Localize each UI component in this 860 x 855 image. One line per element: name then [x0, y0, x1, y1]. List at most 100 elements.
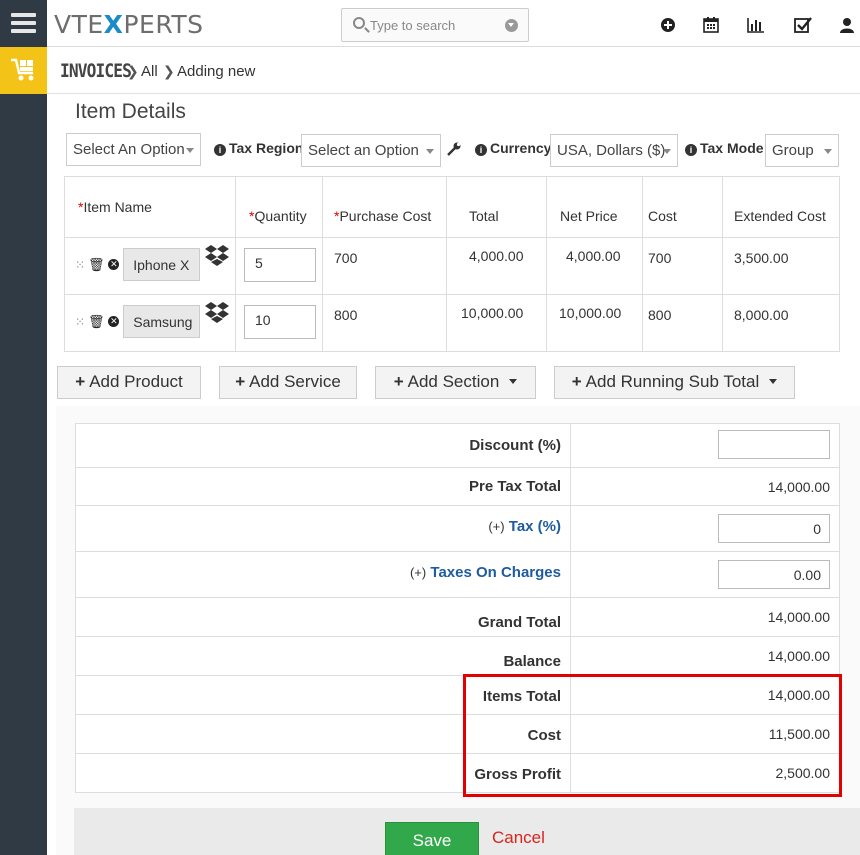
- save-button[interactable]: Save: [385, 822, 479, 855]
- extended-cost-cell: 8,000.00: [722, 294, 840, 352]
- trash-icon[interactable]: 🗑: [88, 314, 105, 330]
- chevron-down-icon: [769, 379, 778, 384]
- quantity-input[interactable]: 5: [244, 248, 316, 282]
- total-cell: 4,000.00: [446, 237, 547, 295]
- module-name[interactable]: INVOICES: [60, 60, 132, 82]
- table-row: ⁙ 🗑 ✕ Iphone X 5 700 4,000.00 4,000.00 7…: [64, 237, 840, 295]
- balance-value: 14,000.00: [570, 636, 840, 676]
- purchase-cost-cell: 800: [322, 294, 447, 352]
- col-purchase-cost: *Purchase Cost: [322, 176, 447, 238]
- breadcrumb-current: Adding new: [177, 63, 256, 80]
- discount-label: Discount (%): [75, 423, 571, 468]
- user-icon[interactable]: [837, 15, 857, 35]
- col-item-name: *Item Name: [64, 176, 236, 238]
- col-extended-cost: Extended Cost: [722, 176, 840, 238]
- calendar-icon[interactable]: [701, 15, 721, 35]
- top-bar: VTEXPERTS: [47, 0, 860, 47]
- tax-input[interactable]: 0: [718, 514, 830, 543]
- drag-handle-icon[interactable]: ⁙: [75, 258, 85, 272]
- tax-label-cell: (+) Tax (%): [75, 505, 571, 552]
- module-cart-icon[interactable]: [0, 47, 47, 94]
- add-product-button[interactable]: + Add Product: [57, 366, 201, 399]
- chevron-right-icon: ❯: [163, 63, 175, 79]
- plus-circle-icon[interactable]: [658, 15, 678, 35]
- charges-cell: 0.00: [570, 551, 840, 598]
- cost-cell: 800: [642, 294, 723, 352]
- tax-link[interactable]: Tax (%): [509, 518, 561, 535]
- tax-cell: 0: [570, 505, 840, 552]
- totals-row: Grand Total 14,000.00: [75, 597, 840, 637]
- add-section-button[interactable]: + Add Section: [375, 366, 536, 399]
- quantity-cell: 10: [235, 294, 323, 352]
- chevron-down-icon: [509, 379, 518, 384]
- chevron-right-icon: ❯: [127, 63, 139, 79]
- checkbox-icon[interactable]: [793, 15, 813, 35]
- trash-icon[interactable]: 🗑: [88, 257, 105, 273]
- product-name-field[interactable]: Samsung: [123, 305, 201, 338]
- tax-mode-select[interactable]: Group: [765, 134, 839, 167]
- remove-icon[interactable]: ✕: [108, 316, 120, 327]
- menu-icon[interactable]: [0, 0, 47, 47]
- brand-logo[interactable]: VTEXPERTS: [54, 10, 204, 39]
- item-cell: ⁙ 🗑 ✕ Samsung: [64, 294, 236, 352]
- add-running-sub-total-button[interactable]: + Add Running Sub Total: [554, 366, 795, 399]
- breadcrumb-all[interactable]: All: [141, 63, 158, 80]
- search-dropdown-icon[interactable]: [505, 19, 518, 32]
- line-items-table: *Item Name *Quantity *Purchase Cost Tota…: [64, 176, 840, 352]
- grand-total-label: Grand Total: [75, 597, 571, 637]
- grand-total-value: 14,000.00: [570, 597, 840, 637]
- search-icon: [353, 17, 365, 29]
- table-header-row: *Item Name *Quantity *Purchase Cost Tota…: [64, 176, 840, 238]
- drag-handle-icon[interactable]: ⁙: [75, 315, 85, 329]
- extended-cost-cell: 3,500.00: [722, 237, 840, 295]
- add-service-button[interactable]: + Add Service: [219, 366, 357, 399]
- totals-row: Balance 14,000.00: [75, 636, 840, 676]
- net-price-cell: 10,000.00: [546, 294, 643, 352]
- quantity-input[interactable]: 10: [244, 305, 316, 339]
- global-search[interactable]: [341, 8, 529, 42]
- search-input[interactable]: [370, 15, 500, 35]
- dropbox-icon[interactable]: [204, 243, 230, 269]
- currency-select[interactable]: USA, Dollars ($): [550, 134, 678, 167]
- totals-row: (+) Taxes On Charges 0.00: [75, 551, 840, 598]
- pre-tax-total-value: 14,000.00: [570, 467, 840, 506]
- balance-label: Balance: [75, 636, 571, 676]
- tax-region-select[interactable]: Select an Option: [301, 134, 441, 167]
- totals-row: Pre Tax Total 14,000.00: [75, 467, 840, 506]
- bar-chart-icon[interactable]: [746, 15, 766, 35]
- col-total: Total: [446, 176, 547, 238]
- save-bar: Save Cancel: [74, 808, 860, 855]
- main-content: Item Details Select An Option i Tax Regio…: [47, 94, 860, 855]
- table-row: ⁙ 🗑 ✕ Samsung 10 800 10,000.00 10,000.00…: [64, 294, 840, 352]
- product-name-field[interactable]: Iphone X: [123, 248, 201, 281]
- tax-mode-label: i Tax Mode: [685, 140, 764, 156]
- item-cell: ⁙ 🗑 ✕ Iphone X: [64, 237, 236, 295]
- remove-icon[interactable]: ✕: [108, 259, 120, 270]
- cost-cell: 700: [642, 237, 723, 295]
- totals-row: Discount (%): [75, 423, 840, 468]
- purchase-cost-cell: 700: [322, 237, 447, 295]
- info-icon: i: [475, 144, 487, 156]
- left-rail: [0, 0, 47, 855]
- wrench-icon[interactable]: [446, 141, 462, 157]
- col-cost: Cost: [642, 176, 723, 238]
- cancel-link[interactable]: Cancel: [492, 828, 545, 848]
- charges-tax-input[interactable]: 0.00: [718, 560, 830, 589]
- highlight-box: [463, 674, 842, 797]
- totals-row: (+) Tax (%) 0: [75, 505, 840, 552]
- discount-cell: [570, 423, 840, 468]
- dropbox-icon[interactable]: [204, 300, 230, 326]
- option-select[interactable]: Select An Option: [66, 133, 201, 166]
- info-icon: i: [685, 144, 697, 156]
- net-price-cell: 4,000.00: [546, 237, 643, 295]
- col-quantity: *Quantity: [235, 176, 323, 238]
- currency-label: i Currency: [475, 140, 551, 156]
- info-icon: i: [214, 144, 226, 156]
- discount-input[interactable]: [718, 429, 830, 459]
- charges-label-cell: (+) Taxes On Charges: [75, 551, 571, 598]
- pre-tax-total-label: Pre Tax Total: [75, 467, 571, 506]
- total-cell: 10,000.00: [446, 294, 547, 352]
- col-net-price: Net Price: [546, 176, 643, 238]
- taxes-on-charges-link[interactable]: Taxes On Charges: [430, 564, 561, 581]
- breadcrumb: INVOICES ❯ All ❯ Adding new: [47, 47, 860, 94]
